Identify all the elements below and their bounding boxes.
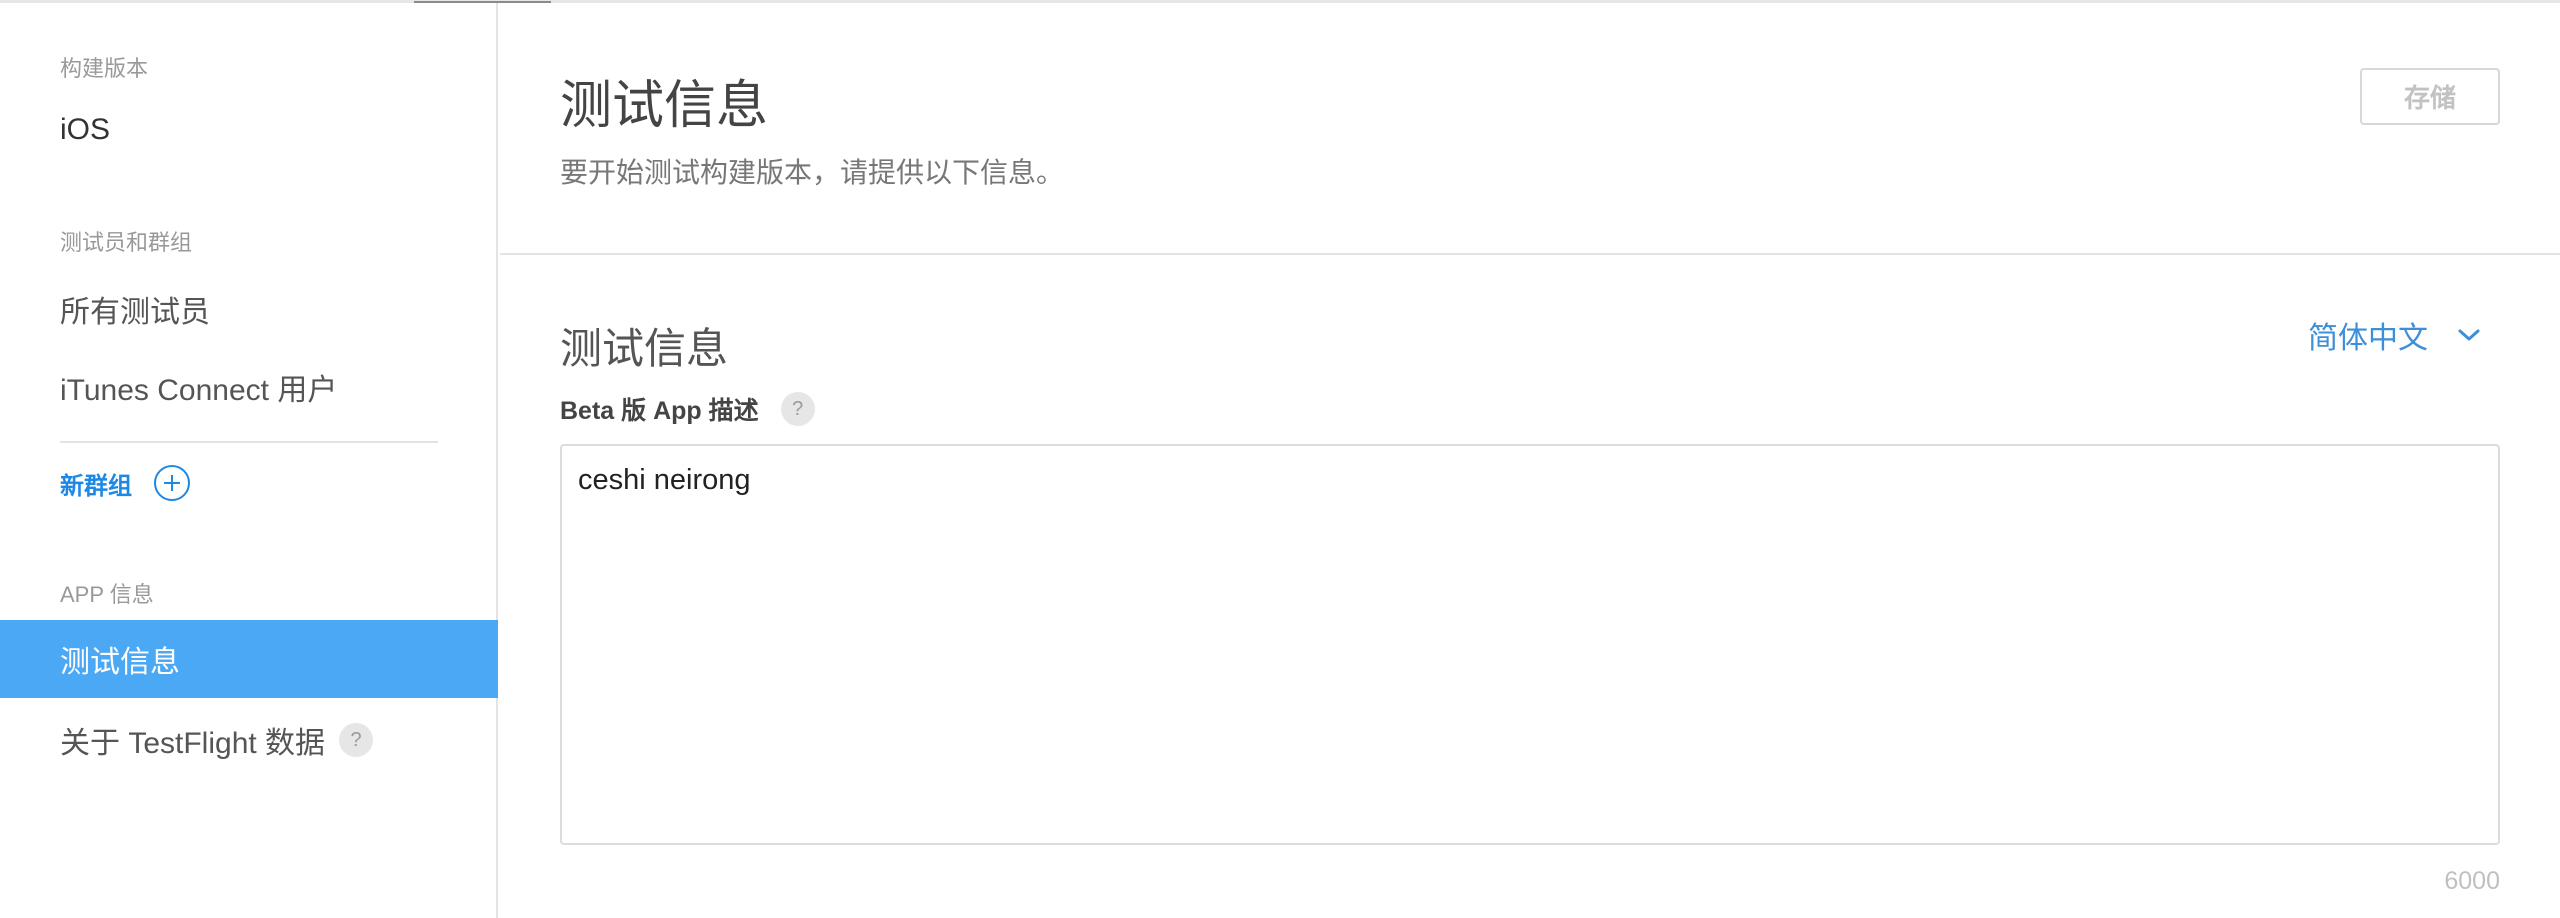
sidebar-item-about-testflight[interactable]: 关于 TestFlight 数据 ?	[60, 718, 374, 762]
language-select[interactable]: 简体中文	[2308, 315, 2484, 355]
sidebar-item-about-label: 关于 TestFlight 数据	[60, 727, 326, 760]
header-divider	[500, 253, 2560, 255]
sidebar-item-test-info[interactable]: 测试信息	[0, 620, 498, 698]
help-icon[interactable]: ?	[339, 723, 374, 757]
chevron-down-icon	[2458, 329, 2480, 341]
sidebar-section-app-info: APP 信息	[60, 582, 154, 607]
main-content: 测试信息 要开始测试构建版本，请提供以下信息。 存储 测试信息 简体中文 Bet…	[500, 3, 2560, 918]
sidebar-item-ios[interactable]: iOS	[60, 113, 110, 147]
sidebar-item-itunes-users[interactable]: iTunes Connect 用户	[60, 365, 337, 409]
sidebar-divider	[60, 441, 438, 443]
beta-description-label-row: Beta 版 App 描述 ?	[560, 389, 815, 429]
sidebar-section-testers: 测试员和群组	[60, 230, 193, 255]
save-button[interactable]: 存储	[2360, 68, 2500, 125]
new-group-label: 新群组	[60, 472, 132, 500]
sidebar-item-test-info-label: 测试信息	[60, 646, 180, 679]
beta-description-textarea[interactable]: ceshi neirong	[560, 444, 2500, 845]
help-icon[interactable]: ?	[780, 392, 815, 426]
sidebar: 构建版本 iOS 测试员和群组 所有测试员 iTunes Connect 用户 …	[0, 3, 498, 918]
plus-circle-icon	[154, 465, 190, 501]
new-group-button[interactable]: 新群组	[60, 463, 190, 503]
section-title: 测试信息	[560, 325, 729, 372]
character-count: 6000	[2444, 867, 2500, 895]
sidebar-section-builds: 构建版本	[60, 56, 149, 81]
sidebar-item-all-testers[interactable]: 所有测试员	[60, 287, 210, 331]
page-title: 测试信息	[560, 77, 769, 135]
language-select-label: 简体中文	[2308, 322, 2428, 355]
beta-description-label: Beta 版 App 描述	[560, 397, 759, 425]
page-subtitle: 要开始测试构建版本，请提供以下信息。	[560, 157, 1065, 188]
